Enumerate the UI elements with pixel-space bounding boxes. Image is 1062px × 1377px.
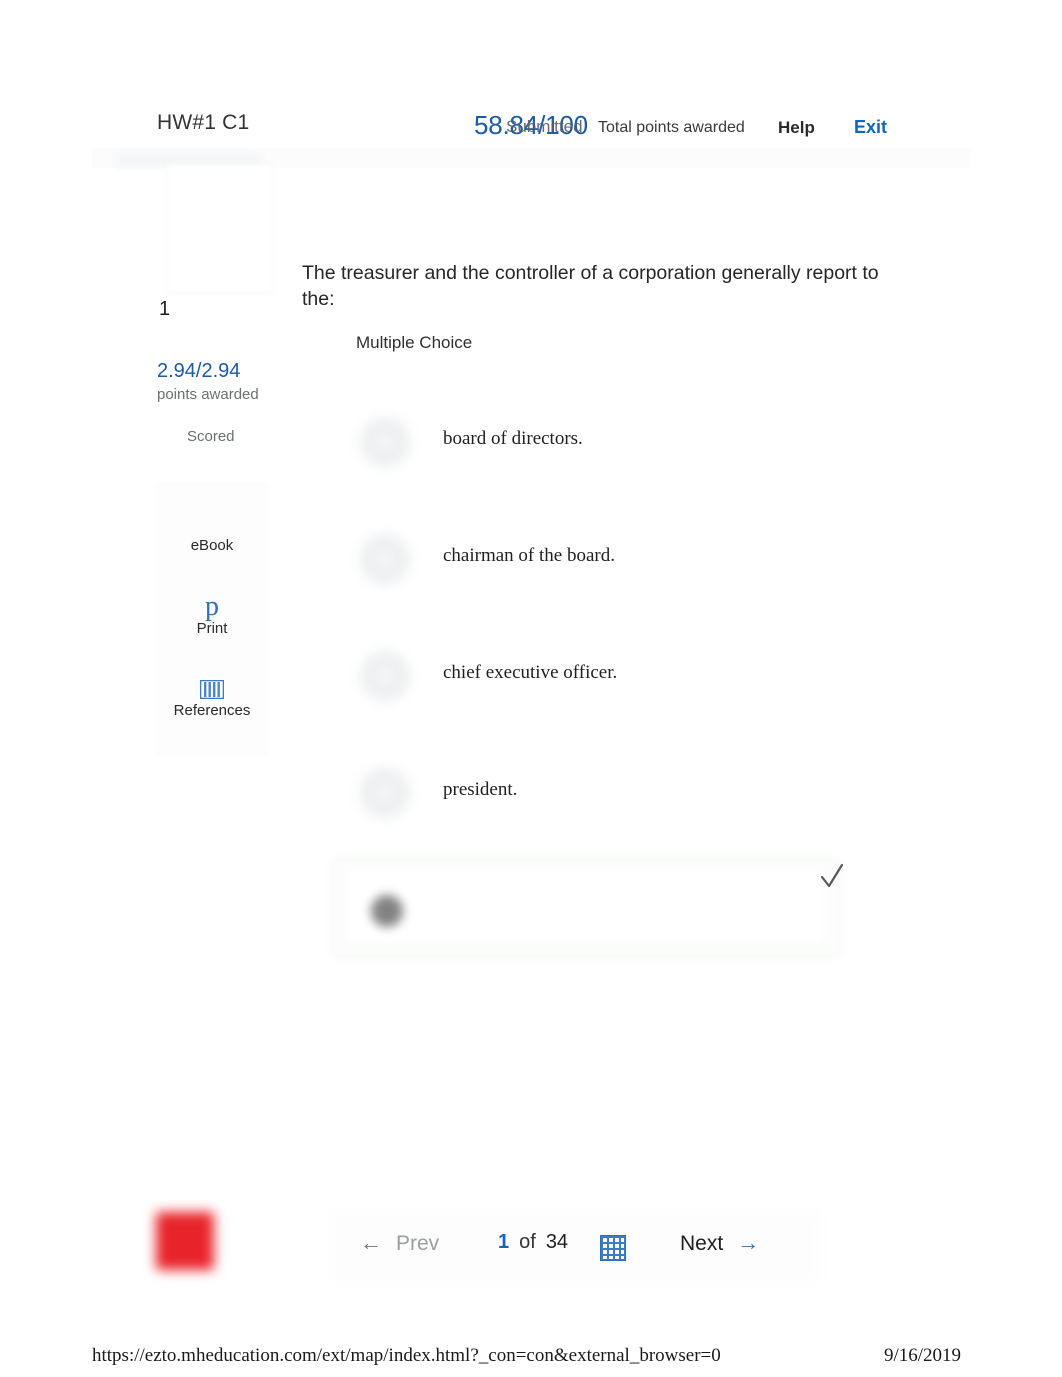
answer-choice-list: board of directors. chairman of the boar…: [302, 405, 902, 873]
radio-button-icon[interactable]: [360, 651, 410, 701]
ebook-button[interactable]: eBook: [155, 537, 269, 555]
question-points-awarded: 2.94/2.94: [157, 360, 241, 382]
arrow-left-icon: ←: [360, 1230, 382, 1255]
selected-answer-box[interactable]: [331, 857, 841, 959]
assignment-title: HW#1 C1: [157, 111, 250, 134]
tools-panel: eBook p Print References: [155, 482, 269, 755]
score-caption: Total points awarded: [598, 119, 745, 136]
question-stem: The treasurer and the controller of a co…: [302, 262, 879, 310]
current-page-number: 1: [498, 1231, 510, 1253]
help-button[interactable]: Help: [778, 118, 815, 138]
answer-choice-option[interactable]: chairman of the board.: [302, 522, 902, 639]
question-number: 1: [159, 298, 171, 320]
question-grid-icon[interactable]: [600, 1235, 626, 1261]
prev-question-button[interactable]: ← Prev: [360, 1230, 439, 1256]
radio-button-icon[interactable]: [360, 768, 410, 818]
ebook-label: eBook: [190, 537, 234, 554]
references-icon: [155, 680, 269, 699]
answer-choice-label: president.: [443, 779, 518, 800]
next-question-button[interactable]: Next →: [680, 1230, 759, 1256]
arrow-right-icon: →: [737, 1230, 760, 1255]
page-indicator: 1 of 34: [498, 1231, 568, 1254]
page-header: HW#1 C1 58.84/100 Submitted Total points…: [0, 0, 1062, 168]
answer-choice-label: chief executive officer.: [443, 662, 618, 683]
answer-choice-label: board of directors.: [443, 428, 583, 449]
answer-choice-label: chairman of the board.: [443, 545, 615, 566]
answer-choice-option[interactable]: board of directors.: [302, 405, 902, 522]
submitted-status-overlay: Submitted: [506, 117, 583, 136]
score-display: 58.84/100 Submitted: [474, 110, 604, 142]
correct-check-icon: [819, 862, 845, 892]
footer-url: https://ezto.mheducation.com/ext/map/ind…: [92, 1345, 721, 1366]
next-label: Next: [680, 1232, 724, 1255]
references-button[interactable]: References: [155, 680, 269, 720]
radio-button-selected-icon[interactable]: [371, 895, 403, 927]
footer-date: 9/16/2019: [884, 1345, 962, 1366]
exit-button[interactable]: Exit: [854, 117, 887, 138]
selected-answer-content: [346, 872, 824, 942]
question-type-label: Multiple Choice: [356, 333, 473, 352]
question-status-badge: Scored: [187, 428, 235, 445]
answer-choice-option[interactable]: chief executive officer.: [302, 639, 902, 756]
print-label: Print: [196, 620, 228, 637]
prev-label: Prev: [396, 1232, 440, 1255]
question-navigation-bar: ← Prev 1 of 34 Next →: [330, 1210, 820, 1282]
radio-button-icon[interactable]: [360, 417, 410, 467]
radio-button-icon[interactable]: [360, 534, 410, 584]
question-thumbnail-placeholder: [166, 164, 274, 294]
answer-choice-option[interactable]: president.: [302, 756, 902, 873]
publisher-logo: [156, 1212, 214, 1270]
question-points-label: points awarded: [157, 386, 259, 403]
references-label: References: [173, 702, 251, 719]
print-button[interactable]: p Print: [155, 591, 269, 638]
of-label: of: [519, 1231, 536, 1253]
print-icon: p: [205, 591, 219, 622]
total-page-count: 34: [545, 1231, 569, 1253]
